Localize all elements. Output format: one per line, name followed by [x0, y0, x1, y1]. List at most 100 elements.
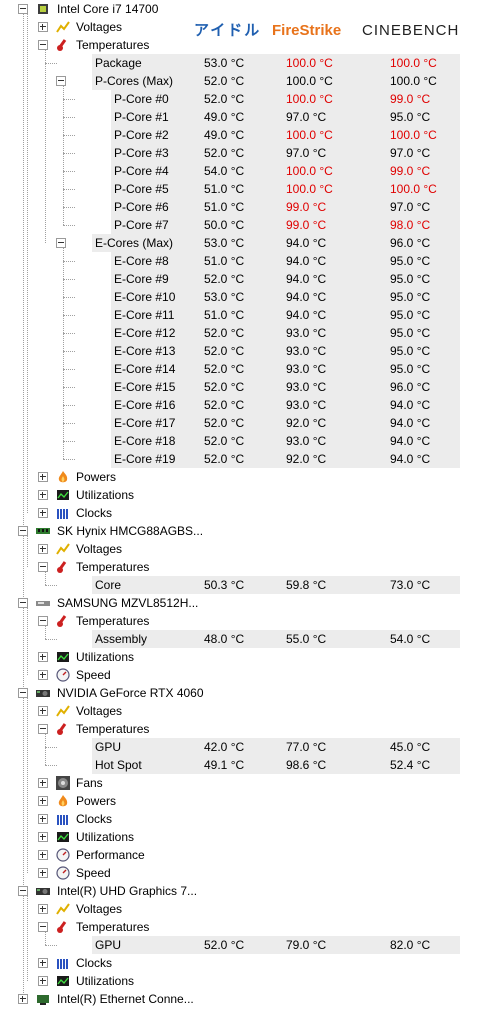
clock-bars-icon — [56, 812, 70, 826]
group-row[interactable]: Powers — [0, 792, 489, 810]
sensor-row[interactable]: P-Core #2 49.0 °C 100.0 °C 100.0 °C — [111, 126, 460, 144]
expand-toggle-icon[interactable] — [18, 994, 28, 1004]
group-row[interactable]: Clocks — [0, 810, 489, 828]
tree-line — [63, 333, 75, 334]
expand-toggle-icon[interactable] — [38, 778, 48, 788]
group-row[interactable]: Temperatures — [0, 612, 489, 630]
device-row[interactable]: Intel(R) Ethernet Conne... — [0, 990, 489, 1008]
value-idle: 53.0 °C — [204, 236, 245, 250]
value-firestrike: 99.0 °C — [286, 218, 327, 232]
collapse-toggle-icon[interactable] — [18, 598, 28, 608]
expand-toggle-icon[interactable] — [38, 958, 48, 968]
sensor-row[interactable]: E-Core #10 53.0 °C 94.0 °C 95.0 °C — [111, 288, 460, 306]
sensor-row[interactable]: E-Core #18 52.0 °C 93.0 °C 94.0 °C — [111, 432, 460, 450]
group-row[interactable]: Temperatures — [0, 558, 489, 576]
collapse-toggle-icon[interactable] — [38, 562, 48, 572]
group-row[interactable]: Speed — [0, 666, 489, 684]
group-row[interactable]: Powers — [0, 468, 489, 486]
row-label: Voltages — [76, 20, 123, 34]
sensor-row[interactable]: E-Core #13 52.0 °C 93.0 °C 95.0 °C — [111, 342, 460, 360]
expand-toggle-icon[interactable] — [38, 544, 48, 554]
expand-toggle-icon[interactable] — [38, 814, 48, 824]
sensor-row[interactable]: E-Core #17 52.0 °C 92.0 °C 94.0 °C — [111, 414, 460, 432]
device-row[interactable]: NVIDIA GeForce RTX 4060 — [0, 684, 489, 702]
collapse-toggle-icon[interactable] — [38, 616, 48, 626]
expand-toggle-icon[interactable] — [38, 868, 48, 878]
sensor-row[interactable]: E-Core #8 51.0 °C 94.0 °C 95.0 °C — [111, 252, 460, 270]
expand-toggle-icon[interactable] — [38, 796, 48, 806]
sensor-row[interactable]: E-Core #11 51.0 °C 94.0 °C 95.0 °C — [111, 306, 460, 324]
sensor-row[interactable]: P-Core #3 52.0 °C 97.0 °C 97.0 °C — [111, 144, 460, 162]
group-row[interactable]: Speed — [0, 864, 489, 882]
device-row[interactable]: Intel(R) UHD Graphics 7... — [0, 882, 489, 900]
sensor-row[interactable]: E-Core #12 52.0 °C 93.0 °C 95.0 °C — [111, 324, 460, 342]
value-firestrike: 100.0 °C — [286, 56, 333, 70]
expand-toggle-icon[interactable] — [38, 490, 48, 500]
group-row[interactable]: Clocks — [0, 954, 489, 972]
group-row[interactable]: Utilizations — [0, 972, 489, 990]
sensor-row[interactable]: E-Cores (Max) 53.0 °C 94.0 °C 96.0 °C — [56, 234, 460, 252]
expand-toggle-icon[interactable] — [38, 904, 48, 914]
sensor-row[interactable]: P-Core #0 52.0 °C 100.0 °C 99.0 °C — [111, 90, 460, 108]
collapse-toggle-icon[interactable] — [18, 526, 28, 536]
collapse-toggle-icon[interactable] — [38, 724, 48, 734]
collapse-toggle-icon[interactable] — [38, 922, 48, 932]
sensor-row[interactable]: E-Core #9 52.0 °C 94.0 °C 95.0 °C — [111, 270, 460, 288]
group-row[interactable]: Voltages — [0, 18, 489, 36]
device-row[interactable]: SAMSUNG MZVL8512H... — [0, 594, 489, 612]
collapse-toggle-icon[interactable] — [18, 4, 28, 14]
sensor-row[interactable]: P-Core #6 51.0 °C 99.0 °C 97.0 °C — [111, 198, 460, 216]
expand-toggle-icon[interactable] — [38, 976, 48, 986]
sensor-row[interactable]: Core 50.3 °C 59.8 °C 73.0 °C — [92, 576, 460, 594]
value-firestrike: 93.0 °C — [286, 380, 327, 394]
group-row[interactable]: Fans — [0, 774, 489, 792]
sensor-row[interactable]: P-Cores (Max) 52.0 °C 100.0 °C 100.0 °C — [56, 72, 460, 90]
group-row[interactable]: Temperatures — [0, 36, 489, 54]
tree-line — [63, 423, 75, 424]
collapse-toggle-icon[interactable] — [38, 40, 48, 50]
value-idle: 52.0 °C — [204, 344, 245, 358]
expand-toggle-icon[interactable] — [38, 22, 48, 32]
sensor-row[interactable]: P-Core #4 54.0 °C 100.0 °C 99.0 °C — [111, 162, 460, 180]
expand-toggle-icon[interactable] — [38, 508, 48, 518]
device-row[interactable]: Intel Core i7 14700 — [0, 0, 489, 18]
group-row[interactable]: Clocks — [0, 504, 489, 522]
collapse-toggle-icon[interactable] — [18, 886, 28, 896]
sensor-row[interactable]: P-Core #5 51.0 °C 100.0 °C 100.0 °C — [111, 180, 460, 198]
group-row[interactable]: Utilizations — [0, 648, 489, 666]
group-row[interactable]: Utilizations — [0, 486, 489, 504]
expand-toggle-icon[interactable] — [38, 706, 48, 716]
group-row[interactable]: Voltages — [0, 900, 489, 918]
group-row[interactable]: Temperatures — [0, 720, 489, 738]
group-row[interactable]: Temperatures — [0, 918, 489, 936]
collapse-toggle-icon[interactable] — [56, 76, 66, 86]
value-idle: 49.0 °C — [204, 128, 245, 142]
sensor-row[interactable]: E-Core #15 52.0 °C 93.0 °C 96.0 °C — [111, 378, 460, 396]
collapse-toggle-icon[interactable] — [18, 688, 28, 698]
value-firestrike: 94.0 °C — [286, 308, 327, 322]
expand-toggle-icon[interactable] — [38, 850, 48, 860]
sensor-row[interactable]: GPU 42.0 °C 77.0 °C 45.0 °C — [92, 738, 460, 756]
expand-toggle-icon[interactable] — [38, 472, 48, 482]
sensor-row[interactable]: Package 53.0 °C 100.0 °C 100.0 °C — [92, 54, 460, 72]
group-row[interactable]: Voltages — [0, 702, 489, 720]
device-row[interactable]: SK Hynix HMCG88AGBS... — [0, 522, 489, 540]
group-row[interactable]: Voltages — [0, 540, 489, 558]
sensor-row[interactable]: P-Core #7 50.0 °C 99.0 °C 98.0 °C — [111, 216, 460, 234]
collapse-toggle-icon[interactable] — [56, 238, 66, 248]
expand-toggle-icon[interactable] — [38, 652, 48, 662]
group-row[interactable]: Utilizations — [0, 828, 489, 846]
sensor-row[interactable]: P-Core #1 49.0 °C 97.0 °C 95.0 °C — [111, 108, 460, 126]
row-label: P-Core #3 — [114, 146, 169, 160]
expand-toggle-icon[interactable] — [38, 670, 48, 680]
power-icon — [56, 794, 70, 808]
sensor-row[interactable]: Hot Spot 49.1 °C 98.6 °C 52.4 °C — [92, 756, 460, 774]
row-label: Temperatures — [76, 38, 150, 52]
sensor-row[interactable]: E-Core #19 52.0 °C 92.0 °C 94.0 °C — [111, 450, 460, 468]
sensor-row[interactable]: Assembly 48.0 °C 55.0 °C 54.0 °C — [92, 630, 460, 648]
group-row[interactable]: Performance — [0, 846, 489, 864]
sensor-row[interactable]: E-Core #14 52.0 °C 93.0 °C 95.0 °C — [111, 360, 460, 378]
expand-toggle-icon[interactable] — [38, 832, 48, 842]
sensor-row[interactable]: E-Core #16 52.0 °C 93.0 °C 94.0 °C — [111, 396, 460, 414]
sensor-row[interactable]: GPU 52.0 °C 79.0 °C 82.0 °C — [92, 936, 460, 954]
